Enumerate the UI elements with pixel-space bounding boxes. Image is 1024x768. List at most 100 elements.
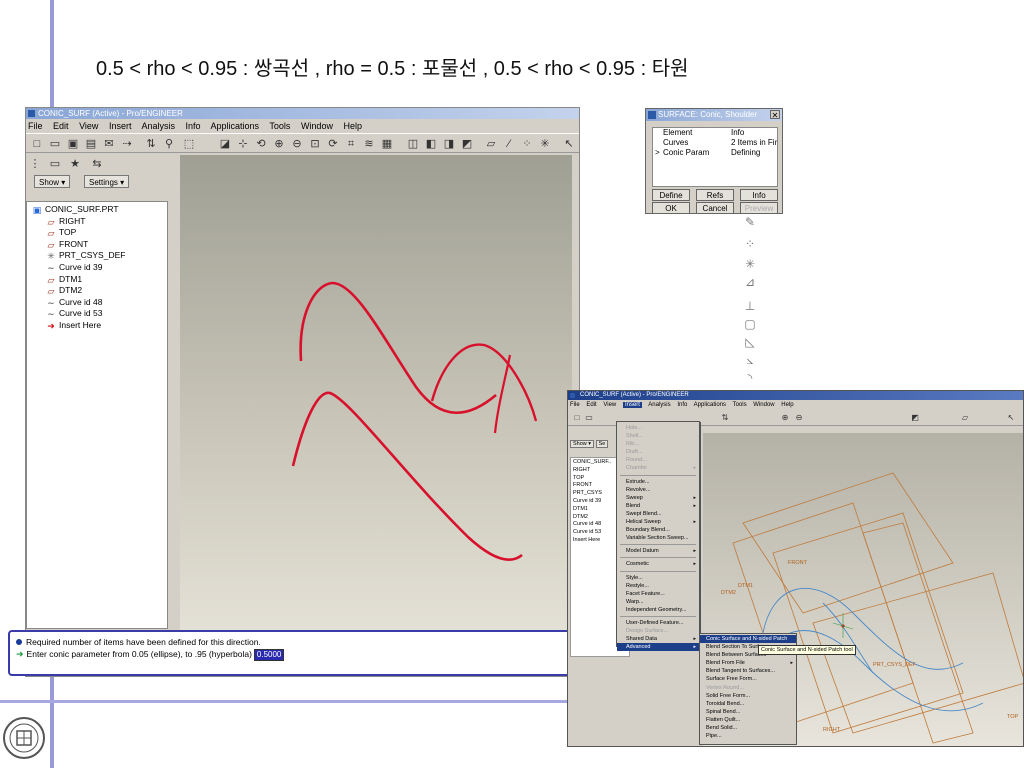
inset-menu-insert[interactable]: Insert bbox=[622, 402, 642, 408]
inset-regenerate-icon[interactable]: ⇅ bbox=[718, 411, 732, 425]
wireframe-icon[interactable]: ◫ bbox=[406, 137, 420, 151]
insert-menu-item[interactable]: Variable Section Sweep... bbox=[617, 534, 699, 542]
round-icon[interactable]: ◝ bbox=[741, 370, 759, 386]
tree-item-right[interactable]: ▱ RIGHT bbox=[31, 216, 163, 228]
insert-menu-item[interactable]: User-Defined Feature... bbox=[617, 619, 699, 627]
tree-item-top[interactable]: ▱ TOP bbox=[31, 227, 163, 239]
insert-menu-item[interactable]: Revolve... bbox=[617, 486, 699, 494]
inset-menu-edit[interactable]: Edit bbox=[586, 402, 596, 408]
advanced-menu-item[interactable]: Toroidal Bend... bbox=[700, 700, 796, 708]
sketch-icon[interactable]: ✎ bbox=[741, 214, 759, 230]
insert-menu-item[interactable]: Warp... bbox=[617, 598, 699, 606]
print-icon[interactable]: ▤ bbox=[84, 137, 98, 151]
menu-info[interactable]: Info bbox=[186, 121, 201, 131]
insert-menu-item[interactable]: Boundary Blend... bbox=[617, 526, 699, 534]
inset-settings-button[interactable]: Se bbox=[595, 440, 609, 448]
advanced-menu-item[interactable]: Blend Tangent to Surfaces... bbox=[700, 667, 796, 675]
menu-file[interactable]: File bbox=[28, 121, 43, 131]
draft-icon[interactable]: ⦣ bbox=[741, 352, 759, 368]
csys-tool-icon[interactable]: ✳ bbox=[741, 256, 759, 272]
shading-icon[interactable]: ◩ bbox=[460, 137, 474, 151]
folder-browser-tab-icon[interactable]: ▭ bbox=[48, 157, 62, 171]
zoom-in-icon[interactable]: ⊕ bbox=[272, 137, 286, 151]
advanced-menu-item[interactable]: Pipe... bbox=[700, 732, 796, 740]
table-row[interactable]: > Conic Param Defining bbox=[653, 148, 777, 158]
menu-window[interactable]: Window bbox=[301, 121, 333, 131]
connections-tab-icon[interactable]: ⇆ bbox=[90, 157, 104, 171]
regenerate-icon[interactable]: ⇅ bbox=[144, 137, 158, 151]
find-icon[interactable]: ⚲ bbox=[162, 137, 176, 151]
inset-zoom-in-icon[interactable]: ⊕ bbox=[778, 411, 792, 425]
insert-menu-item[interactable]: Advanced ▸ bbox=[617, 643, 699, 652]
tree-item-curve-48[interactable]: ∼ Curve id 48 bbox=[31, 297, 163, 309]
insert-menu-item[interactable]: Style... bbox=[617, 574, 699, 582]
new-file-icon[interactable]: □ bbox=[30, 137, 44, 151]
define-button[interactable]: Define bbox=[652, 189, 690, 201]
send-icon[interactable]: ⇢ bbox=[120, 137, 134, 151]
refs-button[interactable]: Refs bbox=[696, 189, 734, 201]
show-button[interactable]: Show ▾ bbox=[34, 175, 71, 188]
inset-menu-help[interactable]: Help bbox=[781, 402, 793, 408]
datum-planes-icon[interactable]: ▱ bbox=[484, 137, 498, 151]
insert-menu-item[interactable]: Extrude... bbox=[617, 478, 699, 486]
tree-item-front[interactable]: ▱ FRONT bbox=[31, 239, 163, 251]
inset-shading-icon[interactable]: ◩ bbox=[908, 411, 922, 425]
inset-help-icon[interactable]: ↖ bbox=[1004, 411, 1018, 425]
advanced-menu-item[interactable]: Conic Surface and N-sided Patch bbox=[700, 635, 796, 644]
menu-tools[interactable]: Tools bbox=[269, 121, 290, 131]
saved-views-icon[interactable]: ⌗ bbox=[344, 137, 358, 151]
point-icon[interactable]: ⁘ bbox=[741, 236, 759, 252]
insert-menu-item[interactable]: Restyle... bbox=[617, 582, 699, 590]
menu-help[interactable]: Help bbox=[343, 121, 362, 131]
insert-menu-item[interactable]: Sweep ▸ bbox=[617, 494, 699, 502]
graphics-window[interactable] bbox=[180, 155, 572, 635]
advanced-menu-item[interactable]: Blend From File ▸ bbox=[700, 659, 796, 667]
inset-menu-window[interactable]: Window bbox=[753, 402, 774, 408]
tree-item-csys[interactable]: ✳ PRT_CSYS_DEF bbox=[31, 250, 163, 262]
email-icon[interactable]: ✉ bbox=[102, 137, 116, 151]
info-button[interactable]: Info bbox=[740, 189, 778, 201]
tree-item-root[interactable]: ▣ CONIC_SURF.PRT bbox=[31, 204, 163, 216]
inset-menu-view[interactable]: View bbox=[603, 402, 616, 408]
model-tree-tab-icon[interactable]: ⋮ bbox=[28, 157, 42, 171]
rib-icon[interactable]: ◺ bbox=[741, 334, 759, 350]
select-filter-icon[interactable]: ⬚ bbox=[182, 137, 196, 151]
tree-item-curve-39[interactable]: ∼ Curve id 39 bbox=[31, 262, 163, 274]
cancel-button[interactable]: Cancel bbox=[696, 202, 734, 214]
reorient-icon[interactable]: ⟳ bbox=[326, 137, 340, 151]
inset-show-button[interactable]: Show ▾ bbox=[570, 440, 595, 448]
view-manager-icon[interactable]: ▦ bbox=[380, 137, 394, 151]
insert-menu-item[interactable]: Facet Feature... bbox=[617, 590, 699, 598]
refit-icon[interactable]: ⊡ bbox=[308, 137, 322, 151]
menu-applications[interactable]: Applications bbox=[211, 121, 260, 131]
menu-insert[interactable]: Insert bbox=[109, 121, 132, 131]
context-help-icon[interactable]: ↖ bbox=[562, 137, 576, 151]
advanced-menu-item[interactable]: Spinal Bend... bbox=[700, 708, 796, 716]
settings-button[interactable]: Settings ▾ bbox=[84, 175, 130, 188]
layers-icon[interactable]: ≋ bbox=[362, 137, 376, 151]
zoom-out-icon[interactable]: ⊖ bbox=[290, 137, 304, 151]
insert-menu-item[interactable]: Swept Blend... bbox=[617, 510, 699, 518]
analysis-icon[interactable]: ⊿ bbox=[741, 274, 759, 290]
inset-zoom-out-icon[interactable]: ⊖ bbox=[792, 411, 806, 425]
orient-icon[interactable]: ⟲ bbox=[254, 137, 268, 151]
inset-menu-file[interactable]: File bbox=[570, 402, 580, 408]
close-icon[interactable]: ✕ bbox=[770, 110, 780, 120]
coordinate-systems-icon[interactable]: ✳ bbox=[538, 137, 552, 151]
open-folder-icon[interactable]: ▭ bbox=[48, 137, 62, 151]
tree-item-curve-53[interactable]: ∼ Curve id 53 bbox=[31, 308, 163, 320]
hidden-line-icon[interactable]: ◧ bbox=[424, 137, 438, 151]
insert-menu-item[interactable]: Independent Geometry... bbox=[617, 606, 699, 614]
insert-menu-item[interactable]: Blend ▸ bbox=[617, 502, 699, 510]
advanced-menu-item[interactable]: Surface Free Form... bbox=[700, 675, 796, 683]
spin-center-icon[interactable]: ⊹ bbox=[236, 137, 250, 151]
advanced-menu-item[interactable]: Bend Solid... bbox=[700, 724, 796, 732]
inset-menu-info[interactable]: Info bbox=[677, 402, 687, 408]
favorites-tab-icon[interactable]: ★ bbox=[68, 157, 82, 171]
conic-parameter-input[interactable]: 0.5000 bbox=[253, 649, 285, 661]
ok-button[interactable]: OK bbox=[652, 202, 690, 214]
datum-points-icon[interactable]: ⁘ bbox=[520, 137, 534, 151]
menu-analysis[interactable]: Analysis bbox=[141, 121, 175, 131]
inset-menu-analysis[interactable]: Analysis bbox=[648, 402, 670, 408]
insert-menu-item[interactable]: Cosmetic ▸ bbox=[617, 560, 699, 568]
